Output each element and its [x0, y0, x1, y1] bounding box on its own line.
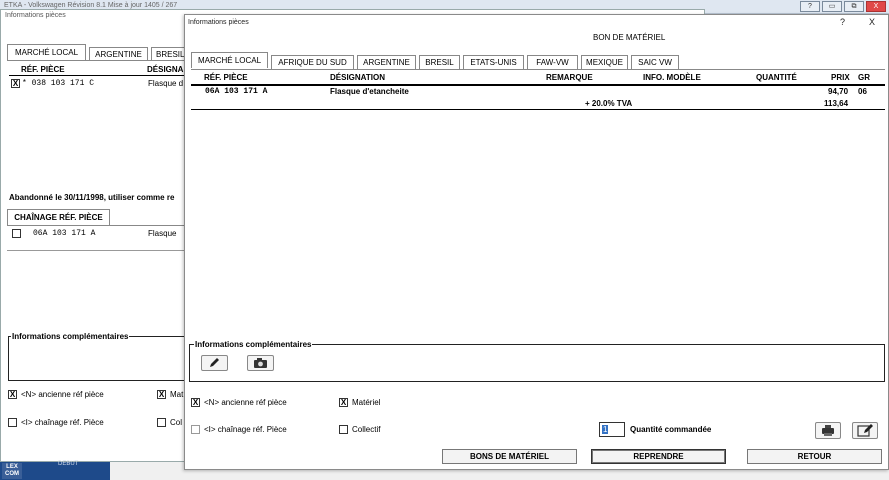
collectif-checkbox[interactable]	[339, 425, 348, 434]
chain-checkbox[interactable]	[191, 425, 200, 434]
back-collectif-label: Col	[170, 418, 183, 427]
note-edit-icon	[857, 424, 873, 437]
tab-bresil[interactable]: BRESIL	[419, 55, 460, 69]
back-row-ref: * 038 103 171 C	[22, 79, 95, 88]
back-chain-label: <I> chaînage réf. Pièce	[21, 418, 104, 427]
chain-bottom-line	[7, 250, 187, 251]
info-label: Informations complémentaires	[194, 340, 313, 349]
minimize-button[interactable]: ▭	[822, 1, 842, 12]
tab-argentine[interactable]: ARGENTINE	[357, 55, 416, 69]
col-ref: RÉF. PIÈCE	[204, 73, 248, 82]
help-button[interactable]: ?	[800, 1, 820, 12]
col-gr: GR	[858, 73, 870, 82]
row-gr: 06	[858, 87, 867, 96]
row-designation: Flasque d'etancheite	[330, 87, 409, 96]
edit-button[interactable]	[201, 355, 228, 371]
back-row-checkbox[interactable]: X	[11, 79, 20, 88]
info-groupbox	[189, 344, 885, 382]
reprendre-button[interactable]: REPRENDRE	[591, 449, 726, 464]
old-ref-label: <N> ancienne réf pièce	[204, 398, 287, 407]
row-price: 94,70	[828, 87, 849, 96]
tab-mexique[interactable]: MEXIQUE	[581, 55, 628, 69]
back-material-label: Mat	[170, 390, 184, 399]
app-title: ETKA - Volkswagen Révision 8.1 Mise à jo…	[4, 2, 178, 9]
quantity-input[interactable]: 1	[599, 422, 625, 437]
back-chain-checkbox[interactable]	[8, 418, 17, 427]
tab-etats-unis[interactable]: ETATS-UNIS	[463, 55, 524, 69]
bons-materiel-button[interactable]: BONS DE MATÉRIEL	[442, 449, 577, 464]
chain-label: <I> chaînage réf. Pièce	[204, 425, 287, 434]
collectif-label: Collectif	[352, 425, 381, 434]
header-line	[191, 84, 885, 86]
chain-row-checkbox[interactable]	[12, 229, 21, 238]
tab-bar-line	[191, 69, 885, 70]
back-old-ref-label: <N> ancienne réf pièce	[21, 390, 104, 399]
dialog-close-button[interactable]: X	[869, 17, 875, 27]
restore-button[interactable]: ⧉	[844, 1, 864, 12]
back-col-ref: RÉF. PIÈCE	[21, 65, 65, 74]
camera-icon	[254, 358, 267, 368]
printer-icon	[822, 425, 834, 436]
parts-dialog: Informations pièces ? X BON DE MATÉRIEL …	[184, 14, 889, 470]
note-edit-button[interactable]	[852, 422, 878, 439]
lexcom-logo: LEX COM	[2, 463, 22, 479]
print-button[interactable]	[815, 422, 841, 439]
back-row-designation: Flasque d	[148, 79, 184, 88]
back-window-title: Informations pièces	[5, 12, 66, 19]
back-tab-marche-local[interactable]: MARCHÉ LOCAL	[7, 44, 86, 60]
retour-button[interactable]: RETOUR	[747, 449, 882, 464]
quantity-value: 1	[602, 425, 609, 434]
chain-tab[interactable]: CHAÎNAGE RÉF. PIÈCE	[7, 209, 110, 225]
old-ref-checkbox[interactable]: X	[191, 398, 200, 407]
col-price: PRIX	[831, 73, 850, 82]
row-ref: 06A 103 171 A	[205, 87, 268, 96]
chain-tab-line	[7, 225, 187, 226]
taskbar-label: DEBUT	[58, 461, 79, 467]
tab-afrique-du-sud[interactable]: AFRIQUE DU SUD	[271, 55, 354, 69]
material-checkbox[interactable]: X	[339, 398, 348, 407]
tva-label: + 20.0% TVA	[585, 99, 633, 108]
col-quantity: QUANTITÉ	[756, 73, 797, 82]
quantity-label: Quantité commandée	[630, 425, 712, 434]
abandon-text: Abandonné le 30/11/1998, utiliser comme …	[9, 193, 175, 202]
material-label: Matériel	[352, 398, 381, 407]
chain-row-designation: Flasque	[148, 229, 177, 238]
dialog-title: Informations pièces	[188, 19, 249, 26]
col-model-info: INFO. MODÈLE	[643, 73, 701, 82]
chain-row-ref: 06A 103 171 A	[33, 229, 96, 238]
back-collectif-checkbox[interactable]	[157, 418, 166, 427]
tab-saic-vw[interactable]: SAIC VW	[631, 55, 679, 69]
col-remark: REMARQUE	[546, 73, 593, 82]
back-tab-argentine[interactable]: ARGENTINE	[89, 47, 148, 61]
back-info-label: Informations complémentaires	[11, 332, 130, 341]
tab-marche-local[interactable]: MARCHÉ LOCAL	[191, 52, 268, 68]
back-material-checkbox[interactable]: X	[157, 390, 166, 399]
back-old-ref-checkbox[interactable]: X	[8, 390, 17, 399]
back-tab-line	[7, 60, 187, 61]
dialog-heading: BON DE MATÉRIEL	[593, 33, 666, 42]
row-bottom-line	[191, 109, 885, 110]
pencil-icon	[210, 358, 219, 367]
col-designation: DÉSIGNATION	[330, 73, 385, 82]
tva-price: 113,64	[824, 99, 849, 108]
back-col-designation: DÉSIGNA	[147, 65, 184, 74]
back-header-line	[9, 75, 187, 76]
tab-faw-vw[interactable]: FAW-VW	[527, 55, 578, 69]
back-info-groupbox	[8, 336, 188, 381]
dialog-help-button[interactable]: ?	[840, 17, 845, 27]
close-app-button[interactable]: X	[866, 1, 886, 12]
camera-button[interactable]	[247, 355, 274, 371]
